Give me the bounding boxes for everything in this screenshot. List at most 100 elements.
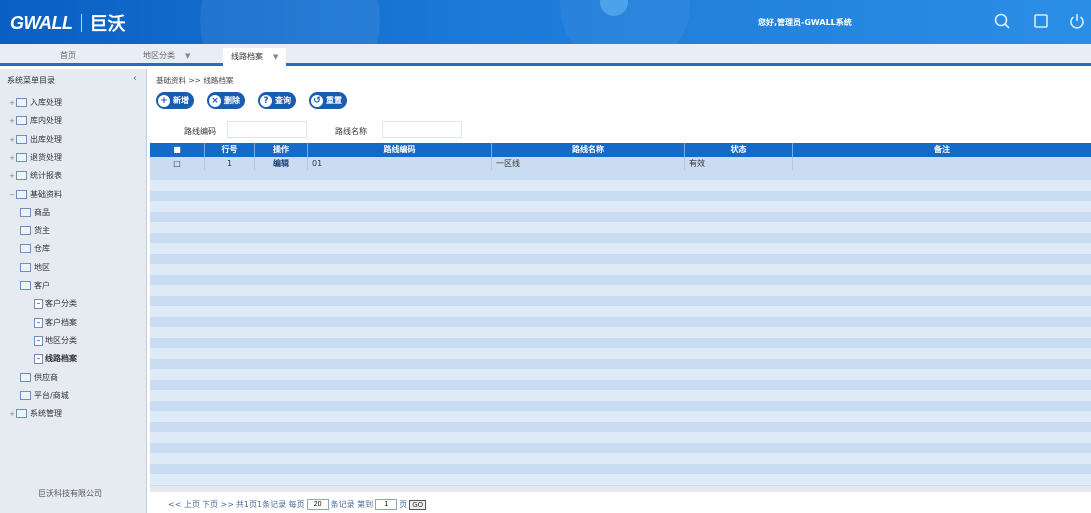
expand-toggle-icon[interactable]: + (8, 136, 16, 144)
cell-status: 有效 (685, 157, 793, 170)
column-header[interactable]: 路线名称 (492, 143, 685, 157)
sidebar-item-label: 客户分类 (45, 299, 77, 308)
page-icon (34, 317, 43, 328)
sidebar-item-label: 客户档案 (45, 318, 77, 327)
sidebar-item[interactable]: 商品 (20, 207, 50, 218)
sidebar-title: 系统菜单目录 (7, 76, 55, 85)
next-page-link[interactable]: 下页 >> (202, 499, 234, 510)
page-icon (34, 335, 43, 346)
folder-icon (20, 226, 31, 235)
data-grid: ■ 行号 操作 路线编码 路线名称 状态 备注 □ 1 编辑 01 一区线 有效 (150, 143, 1091, 170)
expand-toggle-icon[interactable]: + (8, 410, 16, 418)
sidebar-footer: 巨沃科技有限公司 (38, 489, 102, 498)
sidebar-item-label: 出库处理 (30, 135, 62, 144)
column-header: 行号 (205, 143, 255, 157)
sidebar-item[interactable]: 线路档案 (34, 353, 77, 364)
folder-icon (16, 116, 27, 125)
pager-label: 条记录 第到 (330, 500, 374, 509)
route-name-input[interactable] (382, 121, 462, 138)
route-code-label: 路线编码 (184, 127, 216, 136)
sidebar-item-label: 入库处理 (30, 98, 62, 107)
prev-page-link[interactable]: << 上页 (168, 499, 200, 510)
sidebar-item[interactable]: 客户 (20, 280, 50, 291)
pager-label: 页 (399, 500, 408, 509)
sidebar-item-label: 系统管理 (30, 409, 62, 418)
column-header[interactable]: 路线编码 (308, 143, 492, 157)
sidebar-item[interactable]: 供应商 (20, 372, 58, 383)
table-row[interactable]: □ 1 编辑 01 一区线 有效 (150, 157, 1091, 170)
expand-toggle-icon[interactable]: + (8, 99, 16, 107)
column-header[interactable]: 状态 (685, 143, 793, 157)
edit-link[interactable]: 编辑 (255, 157, 308, 170)
sidebar-item[interactable]: + 统计报表 (8, 170, 62, 181)
expand-toggle-icon[interactable]: + (8, 154, 16, 162)
sidebar-item[interactable]: + 入库处理 (8, 97, 62, 108)
sidebar-item[interactable]: + 系统管理 (8, 408, 62, 419)
grid-header: ■ 行号 操作 路线编码 路线名称 状态 备注 (150, 143, 1091, 157)
tab-region-category[interactable]: 地区分类 ▼ (143, 49, 190, 63)
folder-icon (16, 135, 27, 144)
sidebar-item-label: 仓库 (34, 244, 50, 253)
delete-button[interactable]: × 删除 (207, 92, 245, 109)
delete-icon: × (209, 94, 221, 107)
reset-button[interactable]: ↺ 重置 (309, 92, 347, 109)
sidebar-item[interactable]: + 退货处理 (8, 152, 62, 163)
tab-label: 首页 (60, 51, 76, 60)
sidebar-item[interactable]: + 出库处理 (8, 134, 62, 145)
logo-mark: GWALL (10, 12, 73, 33)
column-header: 操作 (255, 143, 308, 157)
close-icon[interactable]: ▼ (185, 52, 190, 60)
select-all-checkbox[interactable]: ■ (150, 143, 205, 157)
sidebar-item-label: 库内处理 (30, 116, 62, 125)
pager-summary: 共1页1条记录 每页 (235, 500, 305, 509)
sidebar-item[interactable]: 地区分类 (34, 335, 77, 346)
collapse-icon[interactable]: ‹ (133, 73, 137, 84)
per-page-input[interactable] (306, 499, 329, 510)
sidebar-item-label: 基础资料 (30, 190, 62, 199)
cell-remark (793, 157, 1091, 170)
fullscreen-icon[interactable] (1032, 12, 1050, 30)
power-icon[interactable] (1068, 12, 1086, 30)
sidebar-item-label: 供应商 (34, 373, 58, 382)
collapse-toggle-icon[interactable]: − (8, 191, 16, 199)
folder-icon (16, 153, 27, 162)
horizontal-scrollbar[interactable] (150, 486, 1091, 492)
column-header[interactable]: 备注 (793, 143, 1091, 157)
go-button[interactable]: GO (409, 499, 427, 510)
folder-icon (20, 244, 31, 253)
sidebar-item[interactable]: 客户分类 (34, 298, 77, 309)
row-checkbox[interactable]: □ (150, 157, 205, 170)
folder-icon (20, 391, 31, 400)
search-icon[interactable] (993, 12, 1011, 30)
sidebar-item-label: 统计报表 (30, 171, 62, 180)
query-icon: ? (260, 94, 272, 107)
expand-toggle-icon[interactable]: + (8, 117, 16, 125)
sidebar-item[interactable]: + 库内处理 (8, 115, 62, 126)
user-info[interactable]: 您好,管理员-GWALL系统 (758, 17, 852, 28)
close-icon[interactable]: ▼ (273, 53, 278, 61)
query-button[interactable]: ? 查询 (258, 92, 296, 109)
goto-page-input[interactable] (375, 499, 398, 510)
sidebar-item[interactable]: 货主 (20, 225, 50, 236)
cell-code: 01 (308, 157, 492, 170)
route-name-label: 路线名称 (335, 127, 367, 136)
sidebar-item-label: 货主 (34, 226, 50, 235)
add-button[interactable]: + 新增 (156, 92, 194, 109)
route-code-input[interactable] (227, 121, 307, 138)
sidebar-item[interactable]: 地区 (20, 262, 50, 273)
sidebar-item[interactable]: 平台/商城 (20, 390, 69, 401)
reset-button-label: 重置 (326, 96, 342, 105)
top-header: GWALL 巨沃 您好,管理员-GWALL系统 (0, 0, 1091, 44)
expand-toggle-icon[interactable]: + (8, 172, 16, 180)
tab-route-archive[interactable]: 线路档案 ▼ (223, 48, 287, 66)
page-icon (34, 353, 43, 364)
page-icon (34, 298, 43, 309)
sidebar-item[interactable]: − 基础资料 (8, 189, 62, 200)
tab-home[interactable]: 首页 (60, 49, 76, 63)
sidebar-item[interactable]: 仓库 (20, 243, 50, 254)
sidebar-item[interactable]: 客户档案 (34, 317, 77, 328)
sidebar-item-label: 线路档案 (45, 354, 77, 363)
reset-icon: ↺ (311, 94, 323, 107)
sidebar-item-label: 地区分类 (45, 336, 77, 345)
cell-row-no: 1 (205, 157, 255, 170)
